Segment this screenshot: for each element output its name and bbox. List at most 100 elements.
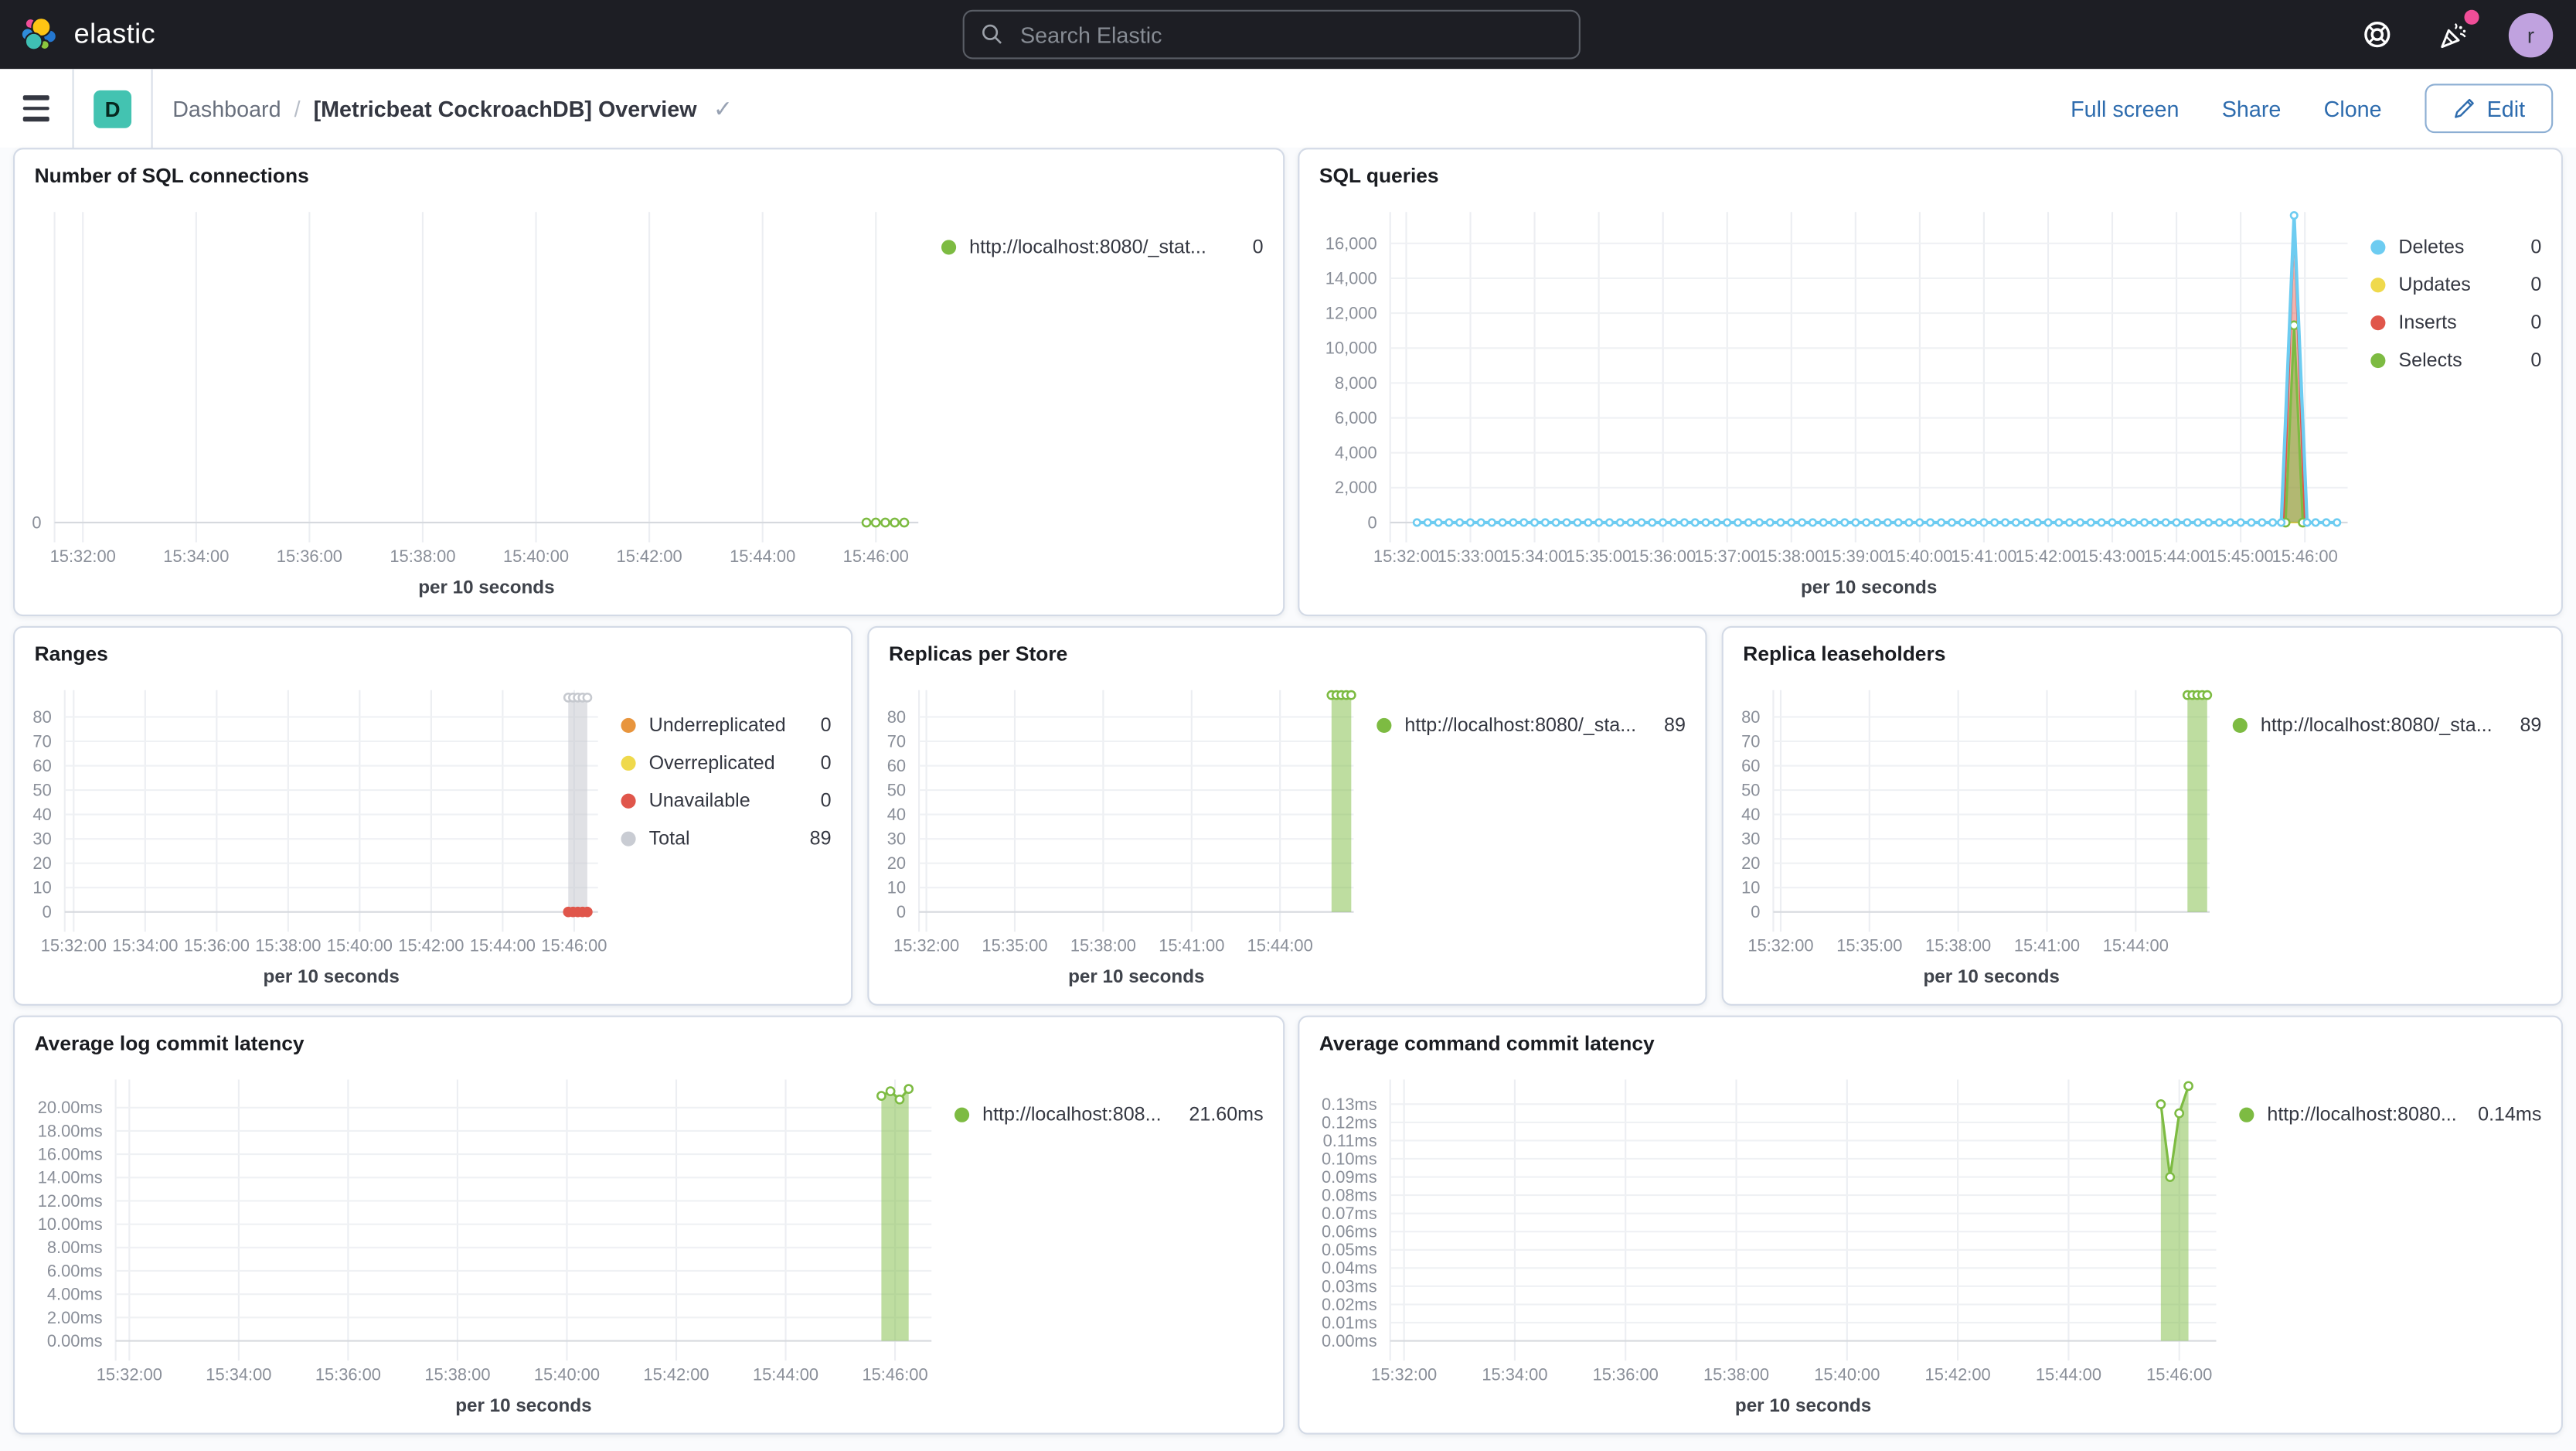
- clone-link[interactable]: Clone: [2324, 96, 2382, 121]
- legend-value: 21.60ms: [1189, 1102, 1264, 1126]
- panel-title[interactable]: Average command commit latency: [1299, 1017, 2561, 1055]
- elastic-brand[interactable]: elastic: [0, 14, 349, 55]
- svg-text:per 10 seconds: per 10 seconds: [1068, 966, 1204, 987]
- panel-avg-log-commit-latency: Average log commit latency 0.00ms 2.00ms 4…: [13, 1015, 1285, 1435]
- newsfeed-button[interactable]: [2433, 9, 2479, 54]
- panel-replica-leaseholders: Replica leaseholders 0 10 20 30 40 50 60 70 80 15…: [1721, 625, 2563, 1006]
- edit-button[interactable]: Edit: [2424, 83, 2554, 134]
- panel-title[interactable]: Replicas per Store: [869, 628, 1705, 666]
- chart-canvas[interactable]: 0 10 20 30 40 50 60 70 80 15:32:00 15:35:00 15:38:0…: [1730, 674, 2232, 991]
- svg-text:15:32:00: 15:32:00: [1373, 547, 1439, 566]
- panel-title[interactable]: Number of SQL connections: [15, 149, 1283, 188]
- legend-item[interactable]: Inserts 0: [2370, 311, 2541, 334]
- panel-title[interactable]: SQL queries: [1299, 149, 2561, 188]
- legend-item[interactable]: Overreplicated 0: [621, 751, 832, 774]
- page-title: [Metricbeat CockroachDB] Overview: [313, 96, 697, 121]
- svg-text:15:34:00: 15:34:00: [206, 1365, 271, 1385]
- legend-item[interactable]: http://localhost:8080/_sta... 89: [2232, 714, 2541, 736]
- legend-item[interactable]: Selects 0: [2370, 348, 2541, 372]
- panel-title[interactable]: Average log commit latency: [15, 1017, 1283, 1055]
- svg-text:per 10 seconds: per 10 seconds: [1735, 1395, 1871, 1416]
- svg-text:40: 40: [32, 805, 51, 824]
- legend-item[interactable]: http://localhost:808... 21.60ms: [954, 1102, 1264, 1126]
- svg-text:15:39:00: 15:39:00: [1822, 547, 1888, 566]
- chart-canvas[interactable]: 0.00ms0.01ms0.02ms0.03ms0.04ms0.05ms0.06…: [1306, 1063, 2239, 1419]
- share-link[interactable]: Share: [2222, 96, 2282, 121]
- chart-canvas[interactable]: 0 15:32:00 15:34:00 15:36:00 15:38:00 15:40:0…: [22, 196, 941, 601]
- notification-dot: [2464, 9, 2479, 25]
- legend-series-dot: [621, 754, 636, 770]
- chart-area[interactable]: 0 10 20 30 40 50 60 70 80 15:32:00 15:35:00 15:38:0…: [1730, 674, 2232, 991]
- menu-button[interactable]: [0, 69, 74, 148]
- app-badge-wrap[interactable]: D: [74, 69, 153, 148]
- legend-item[interactable]: Updates 0: [2370, 273, 2541, 296]
- legend-label: Selects: [2398, 348, 2462, 372]
- svg-text:per 10 seconds: per 10 seconds: [455, 1395, 591, 1416]
- svg-text:per 10 seconds: per 10 seconds: [1924, 966, 2060, 987]
- chart-canvas[interactable]: 0 10 20 30 40 50 60 70 80 15:32:00 15:34:00 15:36:0…: [22, 674, 621, 991]
- legend-item[interactable]: http://localhost:8080/_sta... 89: [1376, 713, 1686, 737]
- legend-value: 0: [820, 789, 832, 812]
- svg-text:15:46:00: 15:46:00: [2272, 547, 2338, 566]
- svg-text:0.00ms: 0.00ms: [1322, 1331, 1377, 1351]
- panel-sql-connections: Number of SQL connections 0 15:32:00 15:34…: [13, 148, 1285, 617]
- svg-text:0.00ms: 0.00ms: [47, 1331, 103, 1351]
- svg-text:0.01ms: 0.01ms: [1322, 1313, 1377, 1332]
- svg-text:15:38:00: 15:38:00: [255, 936, 321, 955]
- toolbar-actions: Full screen Share Clone Edit: [2071, 83, 2576, 134]
- svg-text:15:32:00: 15:32:00: [50, 547, 116, 566]
- chart-area[interactable]: 0 10 20 30 40 50 60 70 80 15:32:00 15:34:00 15:36:0…: [22, 674, 621, 991]
- svg-text:15:46:00: 15:46:00: [2146, 1365, 2212, 1385]
- help-button[interactable]: [2357, 15, 2397, 54]
- brand-name: elastic: [73, 18, 156, 49]
- legend-item[interactable]: Unavailable 0: [621, 789, 832, 812]
- legend-series-dot: [621, 830, 636, 846]
- newsfeed-party-popper-icon: [2440, 22, 2465, 48]
- chart-legend: http://localhost:808... 21.60ms: [954, 1063, 1277, 1419]
- svg-text:0: 0: [32, 513, 41, 532]
- panel-title[interactable]: Replica leaseholders: [1724, 628, 2561, 666]
- legend-item[interactable]: http://localhost:8080/_stat... 0: [941, 235, 1264, 258]
- chart-canvas[interactable]: 0 10 20 30 40 50 60 70 80 15:32:00 15:35:00 15:38:0…: [876, 674, 1376, 991]
- svg-text:15:41:00: 15:41:00: [1159, 936, 1224, 955]
- svg-text:10: 10: [1741, 878, 1760, 898]
- svg-text:12.00ms: 12.00ms: [38, 1191, 103, 1211]
- svg-text:15:38:00: 15:38:00: [424, 1365, 490, 1385]
- chart-area[interactable]: 0.00ms 0.01ms 0.02ms 0.03ms 0.04ms 0.05ms 0.06…: [1306, 1063, 2239, 1419]
- legend-item[interactable]: Underreplicated 0: [621, 714, 832, 736]
- svg-text:15:38:00: 15:38:00: [1758, 547, 1824, 566]
- chart-legend: http://localhost:8080... 0.14ms: [2239, 1063, 2554, 1419]
- chart-area[interactable]: 0 10 20 30 40 50 60 70 80 15:32:00 15:35:00 15:38:0…: [876, 674, 1376, 991]
- legend-value: 0: [2530, 272, 2542, 296]
- svg-text:15:42:00: 15:42:00: [617, 547, 682, 566]
- legend-item[interactable]: http://localhost:8080... 0.14ms: [2239, 1102, 2541, 1126]
- global-search[interactable]: [962, 9, 1581, 60]
- legend-series-dot: [2370, 277, 2386, 292]
- panel-title[interactable]: Ranges: [15, 628, 851, 666]
- chart-area[interactable]: 0 15:32:00 15:34:00 15:36:00 15:38:00 15:40:0…: [22, 196, 941, 601]
- svg-text:15:34:00: 15:34:00: [1502, 547, 1567, 566]
- chart-canvas[interactable]: 0 2,000 4,000 6,000 8,000 10,000 12,000 14,000 1…: [1306, 196, 2370, 601]
- svg-text:70: 70: [32, 731, 51, 751]
- svg-text:70: 70: [887, 731, 906, 751]
- svg-text:15:42:00: 15:42:00: [398, 936, 464, 955]
- user-avatar[interactable]: r: [2508, 12, 2554, 57]
- search-input[interactable]: [1016, 20, 1579, 49]
- chart-area[interactable]: 0 2,000 4,000 6,000 8,000 10,000 12,000 14,000 1…: [1306, 196, 2370, 601]
- breadcrumb-dashboard[interactable]: Dashboard: [172, 96, 281, 121]
- svg-text:80: 80: [32, 707, 51, 727]
- svg-text:15:46:00: 15:46:00: [862, 1365, 927, 1385]
- full-screen-link[interactable]: Full screen: [2071, 96, 2179, 121]
- legend-label: http://localhost:8080/_sta...: [1404, 713, 1637, 737]
- svg-text:0.06ms: 0.06ms: [1322, 1222, 1377, 1242]
- legend-item[interactable]: Total 89: [621, 826, 832, 850]
- chart-area[interactable]: 0.00ms 2.00ms 4.00ms 6.00ms 8.00ms 10.00ms 12.…: [22, 1063, 955, 1419]
- svg-text:15:32:00: 15:32:00: [97, 1365, 162, 1385]
- legend-label: Total: [648, 826, 690, 850]
- svg-text:15:43:00: 15:43:00: [2079, 547, 2145, 566]
- legend-item[interactable]: Deletes 0: [2370, 235, 2541, 258]
- search-icon: [982, 24, 1002, 44]
- chart-canvas[interactable]: 0.00ms 2.00ms 4.00ms 6.00ms 8.00ms 10.00ms 12.…: [22, 1063, 955, 1419]
- svg-text:15:33:00: 15:33:00: [1438, 547, 1503, 566]
- svg-text:15:44:00: 15:44:00: [753, 1365, 818, 1385]
